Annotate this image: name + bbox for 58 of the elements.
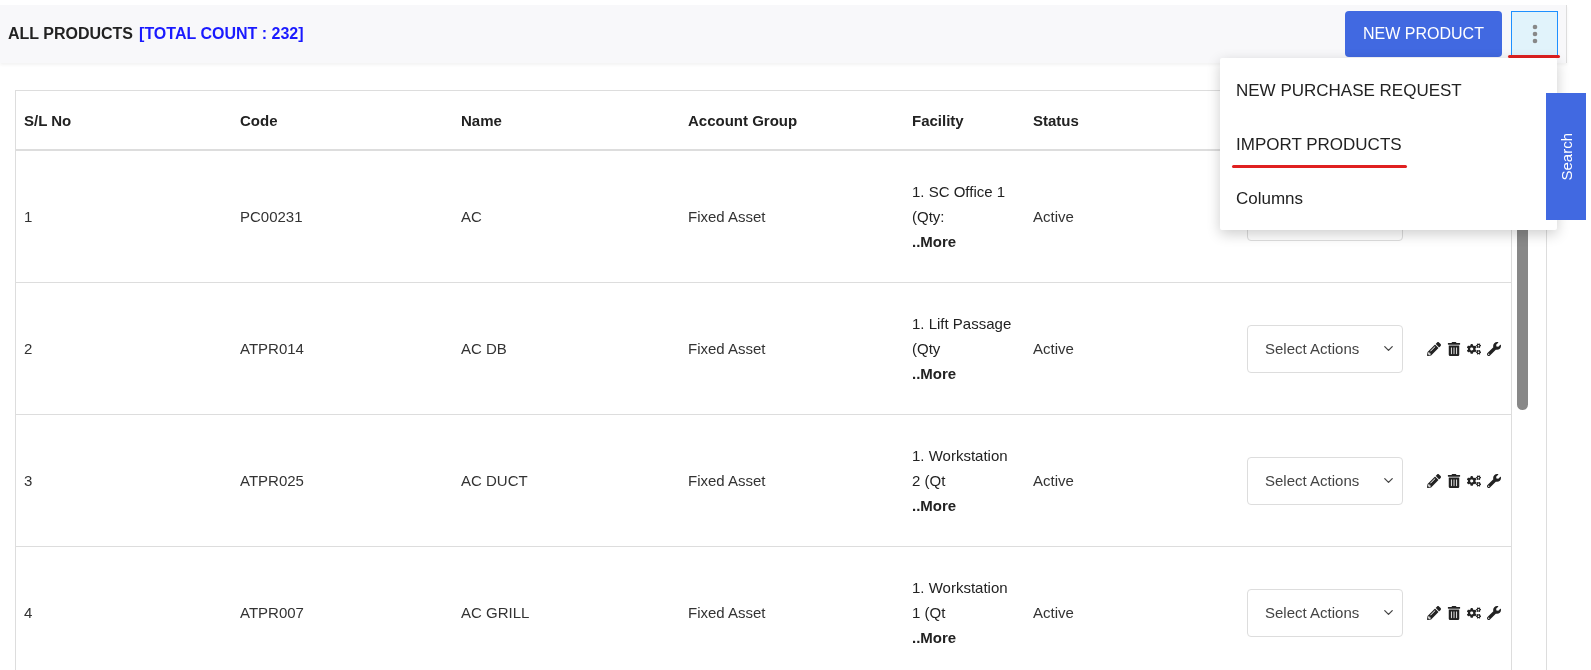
table-cell-text: Active — [1032, 604, 1075, 621]
column-header: Account Group — [687, 111, 799, 129]
table-cell-text: 4 — [23, 604, 34, 621]
table-cell-text: Fixed Asset — [687, 472, 767, 489]
trash-icon[interactable] — [1447, 473, 1461, 488]
wrench-icon[interactable] — [1487, 473, 1501, 488]
table-cell-text: Active — [1032, 472, 1075, 489]
more-link[interactable]: ..More — [912, 361, 1014, 386]
actions-select[interactable]: Select Actions — [1247, 324, 1403, 373]
more-vertical-icon — [1531, 24, 1538, 44]
column-header: Code — [239, 111, 279, 129]
column-header: Name — [460, 111, 503, 129]
menu-item[interactable]: Columns — [1236, 189, 1304, 209]
table-cell-text: Fixed Asset — [687, 604, 767, 621]
facility-text: 1. SC Office 1 (Qty: — [912, 182, 1007, 227]
actions-select[interactable]: Select Actions — [1247, 588, 1403, 637]
table-cell-text: AC GRILL — [460, 604, 531, 621]
table-cell-text: Fixed Asset — [687, 340, 767, 357]
table-cell-text: ATPR025 — [239, 472, 305, 489]
column-header: Status — [1032, 111, 1080, 129]
edit-icon[interactable] — [1427, 341, 1441, 356]
total-count: [TOTAL COUNT : 232] — [139, 25, 304, 43]
menu-item[interactable]: NEW PURCHASE REQUEST — [1236, 81, 1462, 101]
table-cell-text: 1 — [23, 208, 34, 225]
more-link[interactable]: ..More — [912, 229, 1014, 254]
column-header: S/L No — [23, 111, 73, 129]
table-cell-text: ATPR014 — [239, 340, 305, 357]
wrench-icon[interactable] — [1487, 605, 1501, 620]
more-link[interactable]: ..More — [912, 625, 1014, 650]
facility-text: 1. Lift Passage (Qty — [912, 314, 1013, 359]
page-title: ALL PRODUCTS — [8, 25, 134, 43]
trash-icon[interactable] — [1447, 341, 1461, 356]
table-cell-text: ATPR007 — [239, 604, 305, 621]
table-cell-text: 2 — [23, 340, 34, 357]
wrench-icon[interactable] — [1487, 341, 1501, 356]
facility-text: 1. Workstation 2 (Qt — [912, 446, 1009, 491]
table-cell-text: Active — [1032, 340, 1075, 357]
table-cell-text: AC DUCT — [460, 472, 529, 489]
table-cell-text: 3 — [23, 472, 34, 489]
facility-text: 1. Workstation 1 (Qt — [912, 578, 1009, 623]
more-menu-button[interactable] — [1511, 11, 1558, 57]
table-cell-text: Fixed Asset — [687, 208, 767, 225]
edit-icon[interactable] — [1427, 605, 1441, 620]
gears-icon[interactable] — [1467, 605, 1481, 620]
gears-icon[interactable] — [1467, 473, 1481, 488]
column-header: Facility — [912, 111, 965, 129]
menu-item[interactable]: IMPORT PRODUCTS — [1236, 135, 1402, 155]
search-tab[interactable]: Search — [1546, 93, 1586, 220]
gears-icon[interactable] — [1467, 341, 1481, 356]
actions-select[interactable]: Select Actions — [1247, 456, 1403, 505]
table-cell-text: AC DB — [460, 340, 508, 357]
table-cell-text: AC — [460, 208, 483, 225]
edit-icon[interactable] — [1427, 473, 1441, 488]
new-product-button[interactable]: NEW PRODUCT — [1345, 11, 1502, 57]
table-cell-text: Active — [1032, 208, 1075, 225]
more-link[interactable]: ..More — [912, 493, 1014, 518]
table-cell-text: PC00231 — [239, 208, 304, 225]
trash-icon[interactable] — [1447, 605, 1461, 620]
